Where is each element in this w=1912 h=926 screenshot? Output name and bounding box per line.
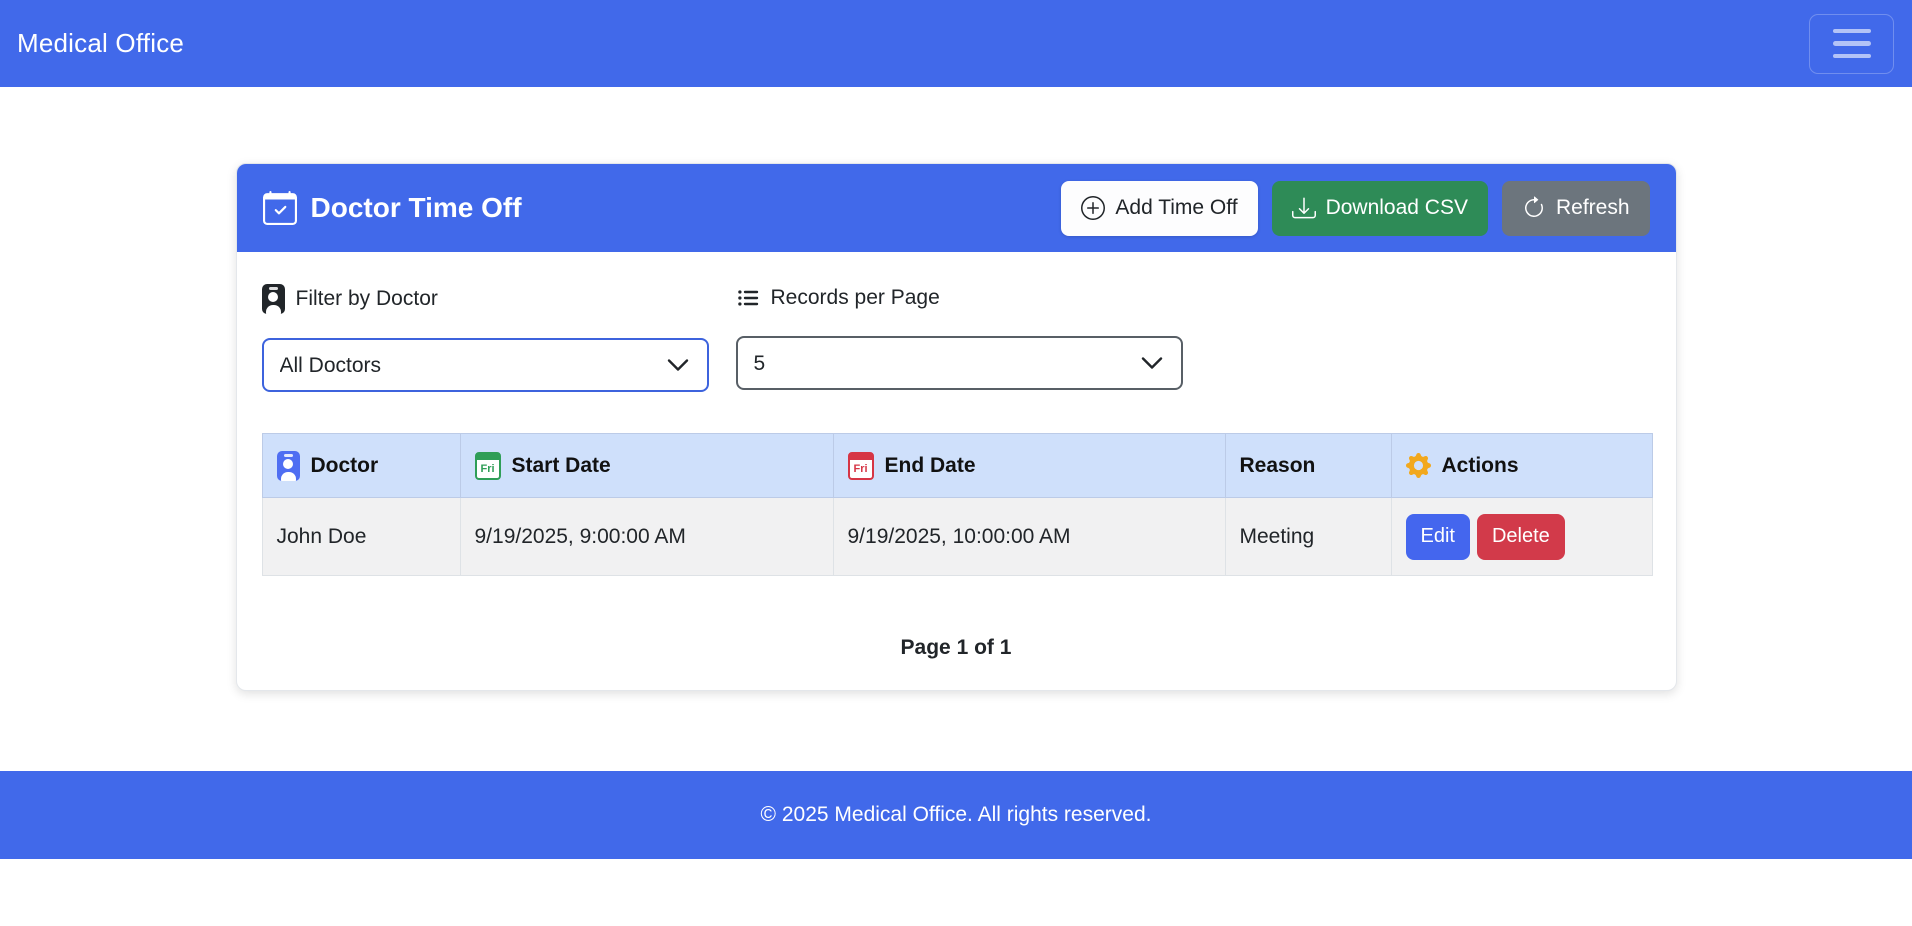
- download-csv-button[interactable]: Download CSV: [1272, 181, 1488, 236]
- hamburger-icon: [1833, 29, 1871, 34]
- records-per-page-select[interactable]: 5: [736, 336, 1183, 390]
- page-title: Doctor Time Off: [311, 192, 522, 224]
- calendar-fri-green-icon: Fri: [475, 452, 501, 480]
- list-icon: [736, 286, 760, 310]
- card-title: Doctor Time Off: [263, 191, 522, 225]
- records-per-page-label: Records per Page: [736, 284, 1183, 312]
- filter-row: Filter by Doctor All Doctors: [262, 284, 1651, 392]
- plus-circle-icon: [1081, 196, 1105, 220]
- hamburger-icon: [1833, 54, 1871, 59]
- calendar-check-icon: [263, 191, 297, 225]
- column-header-end-date: Fri End Date: [833, 434, 1225, 498]
- person-badge-icon: [262, 284, 285, 314]
- filter-by-doctor-text: Filter by Doctor: [296, 285, 438, 313]
- brand-title[interactable]: Medical Office: [17, 28, 184, 59]
- page-indicator: Page 1 of 1: [262, 634, 1651, 662]
- refresh-button[interactable]: Refresh: [1502, 181, 1650, 236]
- top-navbar: Medical Office: [0, 0, 1912, 87]
- doctor-filter-select[interactable]: All Doctors: [262, 338, 709, 392]
- main-content: Doctor Time Off Add Time Off Download CS…: [0, 87, 1912, 691]
- cell-end-date: 9/19/2025, 10:00:00 AM: [833, 498, 1225, 576]
- column-header-start-date: Fri Start Date: [460, 434, 833, 498]
- calendar-fri-red-icon: Fri: [848, 452, 874, 480]
- person-badge-icon: [277, 451, 300, 481]
- column-header-doctor: Doctor: [262, 434, 460, 498]
- delete-button[interactable]: Delete: [1477, 514, 1565, 560]
- refresh-label: Refresh: [1556, 196, 1630, 220]
- cell-actions: Edit Delete: [1391, 498, 1652, 576]
- card-header: Doctor Time Off Add Time Off Download CS…: [237, 164, 1676, 252]
- copyright-text: © 2025 Medical Office. All rights reserv…: [761, 803, 1152, 827]
- page-footer: © 2025 Medical Office. All rights reserv…: [0, 771, 1912, 859]
- gear-icon: [1406, 453, 1431, 478]
- records-per-page-text: Records per Page: [771, 284, 940, 312]
- records-per-page-column: Records per Page 5: [736, 284, 1183, 392]
- card-body: Filter by Doctor All Doctors: [237, 252, 1676, 690]
- hamburger-icon: [1833, 41, 1871, 46]
- column-header-actions: Actions: [1391, 434, 1652, 498]
- download-csv-label: Download CSV: [1326, 196, 1468, 220]
- time-off-table: Doctor Fri Start Date: [262, 433, 1653, 576]
- cell-start-date: 9/19/2025, 9:00:00 AM: [460, 498, 833, 576]
- column-header-reason: Reason: [1225, 434, 1391, 498]
- doctor-time-off-card: Doctor Time Off Add Time Off Download CS…: [236, 163, 1677, 691]
- filter-doctor-column: Filter by Doctor All Doctors: [262, 284, 709, 392]
- navbar-toggler-button[interactable]: [1809, 14, 1894, 74]
- edit-button[interactable]: Edit: [1406, 514, 1470, 560]
- refresh-icon: [1522, 196, 1546, 220]
- add-time-off-button[interactable]: Add Time Off: [1061, 181, 1257, 236]
- header-actions: Add Time Off Download CSV Refresh: [1061, 181, 1649, 236]
- download-icon: [1292, 196, 1316, 220]
- filter-by-doctor-label: Filter by Doctor: [262, 284, 709, 314]
- cell-doctor: John Doe: [262, 498, 460, 576]
- add-time-off-label: Add Time Off: [1115, 196, 1237, 220]
- cell-reason: Meeting: [1225, 498, 1391, 576]
- table-row: John Doe 9/19/2025, 9:00:00 AM 9/19/2025…: [262, 498, 1652, 576]
- table-header-row: Doctor Fri Start Date: [262, 434, 1652, 498]
